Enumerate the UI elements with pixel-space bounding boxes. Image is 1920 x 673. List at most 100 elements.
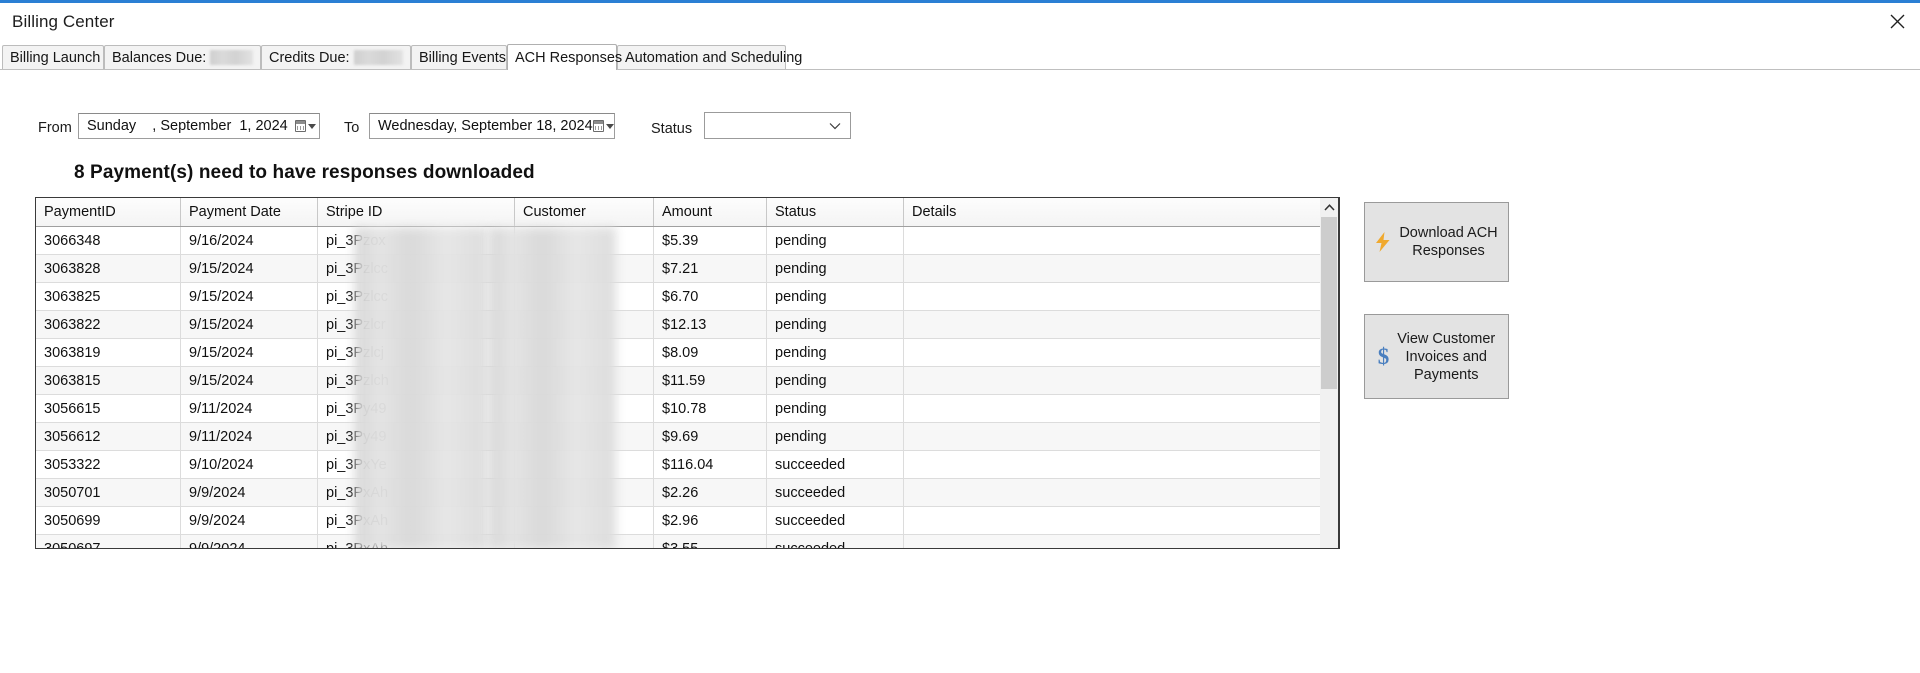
cell-customer[interactable] xyxy=(514,338,654,367)
column-header-customer[interactable]: Customer xyxy=(514,198,654,227)
cell-payment-date[interactable]: 9/16/2024 xyxy=(180,226,318,255)
cell-customer[interactable] xyxy=(514,310,654,339)
table-row[interactable]: 3066348 9/16/2024 pi_3Pzox $5.39 pending xyxy=(36,226,1339,255)
cell-details[interactable] xyxy=(903,282,1339,311)
column-header-payment-date[interactable]: Payment Date xyxy=(180,198,318,227)
cell-customer[interactable] xyxy=(514,534,654,548)
cell-details[interactable] xyxy=(903,338,1339,367)
chevron-down-icon[interactable] xyxy=(824,122,846,130)
cell-payment-date[interactable]: 9/9/2024 xyxy=(180,478,318,507)
table-row[interactable]: 3056612 9/11/2024 pi_3Py49 $9.69 pending xyxy=(36,422,1339,451)
cell-payment-date[interactable]: 9/10/2024 xyxy=(180,450,318,479)
table-row[interactable]: 3063828 9/15/2024 pi_3Pzlcc $7.21 pending xyxy=(36,254,1339,283)
tab-balances-due[interactable]: Balances Due: xyxy=(104,45,261,69)
cell-status[interactable]: pending xyxy=(766,226,904,255)
cell-status[interactable]: pending xyxy=(766,338,904,367)
cell-details[interactable] xyxy=(903,394,1339,423)
cell-paymentid[interactable]: 3063819 xyxy=(36,338,181,367)
cell-status[interactable]: pending xyxy=(766,282,904,311)
cell-paymentid[interactable]: 3056615 xyxy=(36,394,181,423)
cell-amount[interactable]: $10.78 xyxy=(653,394,767,423)
column-header-stripe-id[interactable]: Stripe ID xyxy=(317,198,515,227)
cell-details[interactable] xyxy=(903,226,1339,255)
cell-details[interactable] xyxy=(903,310,1339,339)
cell-status[interactable]: succeeded xyxy=(766,478,904,507)
cell-details[interactable] xyxy=(903,534,1339,548)
cell-status[interactable]: succeeded xyxy=(766,450,904,479)
cell-payment-date[interactable]: 9/11/2024 xyxy=(180,394,318,423)
cell-stripe-id[interactable]: pi_3Pzlcc xyxy=(317,282,515,311)
cell-paymentid[interactable]: 3066348 xyxy=(36,226,181,255)
scrollbar-thumb[interactable] xyxy=(1321,217,1337,389)
column-header-amount[interactable]: Amount xyxy=(653,198,767,227)
cell-customer[interactable] xyxy=(514,254,654,283)
column-header-status[interactable]: Status xyxy=(766,198,904,227)
tab-ach-responses[interactable]: ACH Responses xyxy=(507,44,622,70)
cell-customer[interactable] xyxy=(514,226,654,255)
cell-payment-date[interactable]: 9/15/2024 xyxy=(180,254,318,283)
cell-stripe-id[interactable]: pi_3Pzlcj xyxy=(317,338,515,367)
table-row[interactable]: 3050697 9/9/2024 pi_3PxAh $3.55 succeeded xyxy=(36,534,1339,548)
table-row[interactable]: 3050701 9/9/2024 pi_3PxAh $2.26 succeeded xyxy=(36,478,1339,507)
to-date-input[interactable]: Wednesday, September 18, 2024 xyxy=(369,113,615,139)
column-header-paymentid[interactable]: PaymentID xyxy=(36,198,181,227)
cell-customer[interactable] xyxy=(514,394,654,423)
cell-amount[interactable]: $116.04 xyxy=(653,450,767,479)
cell-status[interactable]: pending xyxy=(766,310,904,339)
cell-amount[interactable]: $5.39 xyxy=(653,226,767,255)
cell-paymentid[interactable]: 3063825 xyxy=(36,282,181,311)
cell-details[interactable] xyxy=(903,254,1339,283)
cell-customer[interactable] xyxy=(514,422,654,451)
cell-paymentid[interactable]: 3053322 xyxy=(36,450,181,479)
tab-billing-launch[interactable]: Billing Launch xyxy=(2,45,104,69)
cell-amount[interactable]: $2.26 xyxy=(653,478,767,507)
cell-stripe-id[interactable]: pi_3PxAh xyxy=(317,506,515,535)
cell-customer[interactable] xyxy=(514,282,654,311)
cell-amount[interactable]: $2.96 xyxy=(653,506,767,535)
cell-payment-date[interactable]: 9/15/2024 xyxy=(180,282,318,311)
cell-paymentid[interactable]: 3050697 xyxy=(36,534,181,548)
cell-paymentid[interactable]: 3050699 xyxy=(36,506,181,535)
from-calendar-button[interactable] xyxy=(291,114,319,138)
grid-vertical-scrollbar[interactable] xyxy=(1320,197,1339,549)
table-row[interactable]: 3063819 9/15/2024 pi_3Pzlcj $8.09 pending xyxy=(36,338,1339,367)
cell-stripe-id[interactable]: pi_3Pzlcr xyxy=(317,310,515,339)
download-ach-responses-button[interactable]: Download ACH Responses xyxy=(1364,202,1509,282)
cell-customer[interactable] xyxy=(514,450,654,479)
scroll-up-button[interactable] xyxy=(1320,198,1338,216)
table-row[interactable]: 3063825 9/15/2024 pi_3Pzlcc $6.70 pending xyxy=(36,282,1339,311)
table-row[interactable]: 3050699 9/9/2024 pi_3PxAh $2.96 succeeded xyxy=(36,506,1339,535)
cell-amount[interactable]: $11.59 xyxy=(653,366,767,395)
cell-amount[interactable]: $6.70 xyxy=(653,282,767,311)
table-row[interactable]: 3053322 9/10/2024 pi_3PxYe $116.04 succeeded xyxy=(36,450,1339,479)
cell-amount[interactable]: $9.69 xyxy=(653,422,767,451)
tab-billing-events[interactable]: Billing Events xyxy=(411,45,507,69)
table-row[interactable]: 3063822 9/15/2024 pi_3Pzlcr $12.13 pending xyxy=(36,310,1339,339)
cell-details[interactable] xyxy=(903,478,1339,507)
cell-customer[interactable] xyxy=(514,506,654,535)
cell-details[interactable] xyxy=(903,506,1339,535)
cell-payment-date[interactable]: 9/15/2024 xyxy=(180,338,318,367)
cell-status[interactable]: pending xyxy=(766,254,904,283)
table-row[interactable]: 3056615 9/11/2024 pi_3Py49 $10.78 pending xyxy=(36,394,1339,423)
cell-stripe-id[interactable]: pi_3Pzlch xyxy=(317,366,515,395)
cell-status[interactable]: pending xyxy=(766,394,904,423)
ach-responses-grid[interactable]: PaymentID Payment Date Stripe ID Custome… xyxy=(35,197,1340,549)
cell-payment-date[interactable]: 9/9/2024 xyxy=(180,506,318,535)
close-button[interactable] xyxy=(1874,3,1920,40)
table-row[interactable]: 3063815 9/15/2024 pi_3Pzlch $11.59 pending xyxy=(36,366,1339,395)
cell-amount[interactable]: $7.21 xyxy=(653,254,767,283)
tab-credits-due[interactable]: Credits Due: xyxy=(261,45,411,69)
cell-stripe-id[interactable]: pi_3Pzox xyxy=(317,226,515,255)
cell-paymentid[interactable]: 3063815 xyxy=(36,366,181,395)
cell-paymentid[interactable]: 3063828 xyxy=(36,254,181,283)
to-calendar-button[interactable] xyxy=(592,114,614,138)
cell-status[interactable]: pending xyxy=(766,422,904,451)
cell-details[interactable] xyxy=(903,366,1339,395)
cell-status[interactable]: succeeded xyxy=(766,534,904,548)
cell-paymentid[interactable]: 3063822 xyxy=(36,310,181,339)
tab-automation-and-scheduling[interactable]: Automation and Scheduling xyxy=(617,45,802,69)
cell-customer[interactable] xyxy=(514,366,654,395)
status-select[interactable] xyxy=(704,112,851,139)
cell-status[interactable]: pending xyxy=(766,366,904,395)
